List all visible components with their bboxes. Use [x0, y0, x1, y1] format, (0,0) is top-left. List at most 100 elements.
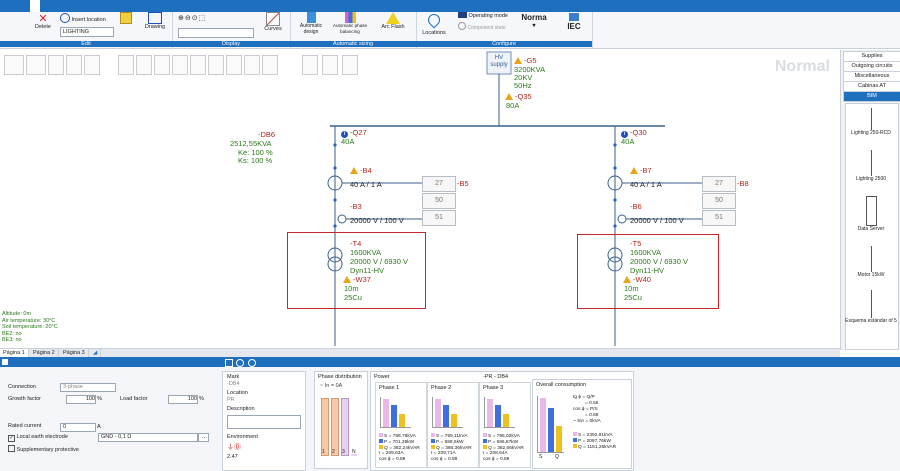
- connection-select[interactable]: 3-phase: [60, 383, 116, 392]
- relay-b5-id[interactable]: -B5: [457, 180, 469, 188]
- configure-group-label: Configure: [416, 41, 592, 47]
- locations-button[interactable]: Locations: [420, 11, 448, 36]
- location-icon[interactable]: [236, 359, 244, 367]
- phase-card-chart: [380, 397, 411, 428]
- overall-s-bar: [540, 398, 546, 452]
- t4-id[interactable]: -T4: [350, 240, 361, 248]
- rated-current-label: Rated current: [8, 423, 42, 429]
- drawing-button[interactable]: Drawing: [140, 12, 170, 30]
- component-state-label: Component state: [467, 25, 506, 31]
- insert-location-button[interactable]: Insert location: [60, 13, 116, 23]
- g5-id[interactable]: -G5: [514, 57, 537, 65]
- overall-q: Q = 1151,26kVAR: [573, 444, 616, 451]
- overall-cos-value: = 0.88: [585, 413, 599, 418]
- ribbon-tabs: [0, 0, 900, 12]
- b3-ratio: 20000 V / 100 V: [350, 216, 404, 225]
- lighting-select[interactable]: LIGHTING: [60, 27, 114, 37]
- b3-id[interactable]: -B3: [350, 203, 362, 211]
- phase-card-chart: [432, 397, 463, 428]
- phase-p-bar: [391, 405, 397, 427]
- properties-toolbar: [0, 357, 900, 367]
- load-unit: %: [199, 396, 204, 402]
- location-value[interactable]: PR: [227, 397, 235, 403]
- relay-b5-code-3[interactable]: 51: [422, 210, 456, 226]
- target-icon[interactable]: [248, 359, 256, 367]
- gnd-browse-button[interactable]: …: [198, 433, 209, 442]
- relay-b5-code-2[interactable]: 50: [422, 193, 456, 209]
- t5-id[interactable]: -T5: [630, 240, 641, 248]
- zoom-tools[interactable]: ⊕⊖⊙⬚: [178, 14, 238, 22]
- library-item-data-server[interactable]: Data Server: [843, 196, 899, 232]
- warning-icon: [505, 93, 513, 100]
- phase-2-bar: [331, 398, 339, 456]
- library-item-esquema[interactable]: Esquema estándar of 5: [843, 290, 899, 324]
- environment-label: Environment: [227, 434, 258, 440]
- ribbon-tab-home[interactable]: [30, 0, 40, 12]
- w40-id[interactable]: -W40: [623, 276, 651, 284]
- phase-q-bar: [399, 414, 405, 427]
- warning-icon: [343, 276, 351, 283]
- arc-flash-label: Arc Flash: [381, 24, 405, 30]
- rated-current-input[interactable]: 0: [60, 423, 96, 432]
- library-item-label: Motor 15kW: [857, 272, 885, 278]
- delete-button[interactable]: ✕ Delete: [32, 14, 54, 31]
- library-item-label: Lighting 2500: [855, 176, 887, 182]
- relay-b8-id[interactable]: -B8: [737, 180, 749, 188]
- operating-mode-button[interactable]: Operating mode: [458, 12, 512, 19]
- description-input[interactable]: [227, 415, 301, 429]
- gnd-select[interactable]: GND - 0,1 Ω: [98, 433, 198, 442]
- configure-group: Locations Operating mode Component state…: [416, 11, 593, 48]
- library-item-motor[interactable]: Motor 15kW: [843, 246, 899, 278]
- w37-id[interactable]: -W37: [343, 276, 371, 284]
- phase-s-bar: [383, 399, 389, 427]
- b7-id[interactable]: -B7: [630, 167, 652, 175]
- arc-flash-button[interactable]: Arc Flash: [374, 12, 412, 30]
- ribbon-toolbar: ✕ Delete Insert location LIGHTING Drawin…: [0, 11, 900, 49]
- iec-button[interactable]: IEC: [560, 13, 588, 31]
- overall-axis-s: S: [539, 454, 543, 460]
- db6-id[interactable]: -DB6: [258, 131, 275, 139]
- growth-factor-input[interactable]: 100: [66, 395, 96, 404]
- relay-b8-code-1[interactable]: 27: [702, 176, 736, 192]
- norma-button[interactable]: Norma ▾: [516, 13, 552, 29]
- phase-q-bar: [451, 414, 457, 427]
- q35-id[interactable]: -Q35: [505, 93, 532, 101]
- component-state-button[interactable]: Component state: [458, 22, 512, 31]
- supplementary-checkbox[interactable]: Supplementary protective: [8, 445, 79, 453]
- automatic-design-button[interactable]: Automatic design: [294, 12, 328, 35]
- ribbon-tab-other[interactable]: [58, 0, 68, 12]
- b6-id[interactable]: -B6: [630, 203, 642, 211]
- checkbox-empty-icon: [8, 445, 15, 452]
- zoom-out-icon: ⊖: [184, 15, 192, 22]
- display-select[interactable]: [178, 28, 254, 38]
- phase-1-bar: [321, 398, 329, 456]
- growth-unit: %: [97, 396, 102, 402]
- library-item-lighting-2500[interactable]: Lighting 2500: [843, 150, 899, 182]
- esquema-symbol-icon: [870, 290, 872, 318]
- neutral-current: ~ In = 0A: [320, 383, 343, 389]
- automatic-phase-balancing-button[interactable]: Automatic phase balancing: [330, 12, 370, 35]
- mark-value[interactable]: -DB4: [227, 381, 240, 387]
- component-state-icon: [458, 22, 466, 30]
- load-factor-input[interactable]: 100: [168, 395, 198, 404]
- view-icon[interactable]: [225, 359, 233, 367]
- library-tab-bim[interactable]: BIM: [843, 91, 900, 102]
- load-factor-label: Load factor: [120, 396, 148, 402]
- db-label: -PR - DB4: [483, 374, 509, 380]
- hv-supply-label[interactable]: HV supply: [489, 55, 509, 69]
- delete-label: Delete: [35, 24, 51, 30]
- edit-group-label: Edit: [0, 41, 172, 47]
- properties-icon[interactable]: [2, 359, 8, 365]
- checkbox-checked-icon: ✓: [8, 435, 15, 442]
- relay-b8-code-2[interactable]: 50: [702, 193, 736, 209]
- curves-button[interactable]: Curves: [260, 12, 286, 32]
- library-item-lighting-250[interactable]: Lighting 250-RCD: [843, 108, 899, 136]
- relay-b5-code-1[interactable]: 27: [422, 176, 456, 192]
- relay-b8-code-3[interactable]: 51: [702, 210, 736, 226]
- b4-id[interactable]: -B4: [350, 167, 372, 175]
- local-earth-checkbox[interactable]: ✓ Local earth electrode: [8, 434, 68, 442]
- note-button[interactable]: [120, 12, 132, 24]
- properties-panel: Connection 3-phase Growth factor 100 % L…: [0, 367, 900, 471]
- ribbon-tab-file[interactable]: [2, 0, 12, 12]
- overall-consumption-panel: Overall consumption S Q tg ϕ = Q/P = 0.5…: [532, 379, 632, 469]
